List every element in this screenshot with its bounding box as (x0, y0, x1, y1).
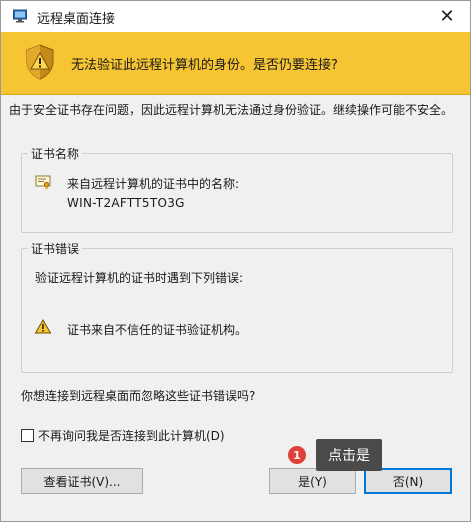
certificate-name-value: WIN-T2AFTT5TO3G (67, 196, 185, 210)
warning-shield-icon (26, 44, 54, 80)
annotation-step-badge: 1 (288, 446, 306, 464)
question-text: 你想连接到远程桌面而忽略这些证书错误吗? (21, 389, 256, 403)
certificate-name-group: 证书名称 来自远程计算机的证书中的名称: WIN-T2AFTT5TO3G (21, 145, 453, 233)
certificate-error-label: 验证远程计算机的证书时遇到下列错误: (35, 271, 244, 285)
dont-ask-again-checkbox[interactable]: 不再询问我是否连接到此计算机(D) (21, 427, 225, 444)
window-title: 远程桌面连接 (37, 12, 116, 27)
close-button[interactable]: ✕ (424, 1, 470, 32)
close-icon: ✕ (439, 6, 455, 27)
group-title: 证书名称 (28, 145, 83, 162)
view-certificate-button[interactable]: 查看证书(V)... (21, 468, 143, 494)
annotation-tooltip: 点击是 (316, 439, 382, 471)
title-bar: 远程桌面连接 ✕ (1, 1, 470, 32)
remote-desktop-icon (13, 9, 27, 23)
checkbox-box[interactable] (21, 429, 34, 442)
checkbox-label: 不再询问我是否连接到此计算机(D) (38, 429, 225, 443)
no-button[interactable]: 否(N) (364, 468, 452, 494)
certificate-error-item: 证书来自不信任的证书验证机构。 (67, 323, 248, 337)
certificate-error-group: 证书错误 验证远程计算机的证书时遇到下列错误: 证书来自不信任的证书验证机构。 (21, 240, 453, 373)
certificate-name-label: 来自远程计算机的证书中的名称: (67, 177, 240, 191)
description-text: 由于安全证书存在问题，因此远程计算机无法通过身份验证。继续操作可能不安全。 (9, 103, 454, 117)
remote-desktop-dialog: 远程桌面连接 ✕ 无法验证此远程计算机的身份。是否仍要连接? 由于安全证书存在问… (0, 0, 471, 522)
yes-button[interactable]: 是(Y) (269, 468, 356, 494)
certificate-icon (35, 175, 51, 190)
banner-text: 无法验证此远程计算机的身份。是否仍要连接? (71, 58, 338, 73)
warning-triangle-icon (35, 319, 51, 334)
warning-banner: 无法验证此远程计算机的身份。是否仍要连接? (1, 32, 470, 95)
group-title: 证书错误 (28, 240, 83, 257)
